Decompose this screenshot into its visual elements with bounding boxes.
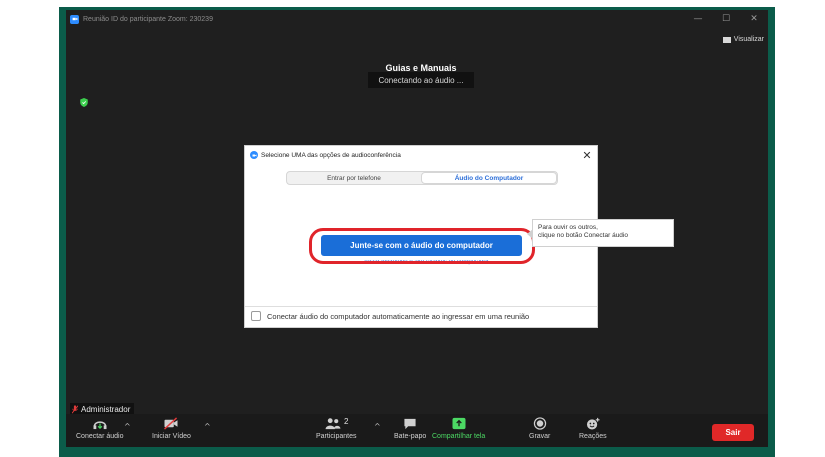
zoom-logo-icon <box>70 14 79 24</box>
record-icon <box>533 417 546 430</box>
participants-icon <box>325 418 341 430</box>
video-options-caret-icon[interactable]: ^ <box>204 422 211 431</box>
audio-options-caret-icon[interactable]: ^ <box>124 422 131 431</box>
audio-status: Conectando ao áudio ... <box>368 72 474 88</box>
auto-connect-label: Conectar áudio do computador automaticam… <box>267 311 530 321</box>
auto-connect-row: Conectar áudio do computador automaticam… <box>251 311 529 321</box>
join-audio-button[interactable]: Conectar áudio <box>76 417 123 440</box>
record-label: Gravar <box>529 433 551 440</box>
chat-icon <box>404 418 416 430</box>
start-video-button[interactable]: Iniciar Vídeo <box>152 417 191 440</box>
reactions-label: Reações <box>579 433 607 440</box>
window-title: Reunião ID do participante Zoom: 230239 <box>83 15 213 23</box>
record-button[interactable]: Gravar <box>529 417 550 440</box>
leave-meeting-button[interactable]: Sair <box>712 424 754 441</box>
participants-label: Participantes <box>316 433 357 440</box>
join-audio-label: Conectar áudio <box>76 433 124 440</box>
grid-view-icon <box>722 36 731 43</box>
tooltip-line-1: Para ouvir os outros, <box>538 224 598 231</box>
view-button[interactable]: Visualizar <box>722 36 764 43</box>
video-off-icon <box>164 417 178 430</box>
share-screen-icon <box>452 417 466 430</box>
zoom-meeting-window: Reunião ID do participante Zoom: 230239 … <box>66 10 768 447</box>
share-screen-button[interactable]: Compartilhar tela <box>432 417 485 440</box>
view-button-label: Visualizar <box>733 36 764 43</box>
tooltip-line-2: clique no botão Conectar áudio <box>538 232 628 239</box>
meeting-toolbar: Conectar áudio ^ Iniciar Vídeo ^ 2 Parti… <box>66 414 768 447</box>
dialog-title: Selecione UMA das opções de audioconferê… <box>261 151 401 159</box>
tab-phone[interactable]: Entrar por telefone <box>287 172 421 184</box>
participants-icon-group: 2 <box>324 417 348 433</box>
title-bar: Reunião ID do participante Zoom: 230239 … <box>66 10 768 28</box>
auto-connect-checkbox[interactable] <box>251 311 261 321</box>
dialog-close-icon[interactable]: ✕ <box>577 149 597 162</box>
chat-button[interactable]: Bate-papo <box>394 417 426 440</box>
maximize-button[interactable]: ☐ <box>712 14 740 24</box>
join-audio-tooltip: Para ouvir os outros, clique no botão Co… <box>527 219 674 247</box>
participants-button[interactable]: 2 Participantes <box>316 417 356 440</box>
highlight-annotation <box>309 228 535 264</box>
reactions-icon <box>586 417 600 430</box>
chat-label: Bate-papo <box>394 433 427 440</box>
minimize-button[interactable]: — <box>684 14 712 24</box>
dialog-divider <box>245 306 597 307</box>
security-shield-icon[interactable] <box>80 98 88 107</box>
participants-count: 2 <box>344 417 349 426</box>
audio-tabs: Entrar por telefone Áudio do Computador <box>286 171 558 185</box>
self-name: Administrador <box>81 404 131 414</box>
tab-computer-audio[interactable]: Áudio do Computador <box>421 172 557 184</box>
close-window-button[interactable]: ✕ <box>740 14 768 24</box>
start-video-label: Iniciar Vídeo <box>152 433 191 440</box>
participants-options-caret-icon[interactable]: ^ <box>374 422 381 431</box>
share-screen-label: Compartilhar tela <box>432 433 486 440</box>
zoom-logo-icon <box>250 151 258 159</box>
reactions-button[interactable]: Reações <box>579 417 607 440</box>
mic-muted-icon <box>72 404 78 414</box>
headphone-icon <box>93 421 107 430</box>
dialog-header: Selecione UMA das opções de audioconferê… <box>245 146 597 164</box>
